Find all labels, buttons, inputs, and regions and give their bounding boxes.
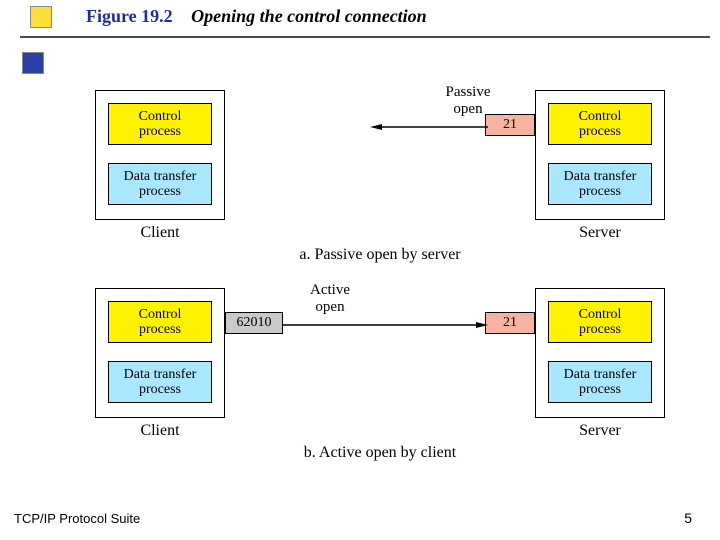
- server-data-process: Data transfer process: [548, 163, 652, 205]
- client-box: Control process Data transfer process: [95, 90, 225, 220]
- server-port-21: 21: [485, 114, 535, 136]
- diagram: Control process Data transfer process Cl…: [80, 90, 680, 486]
- caption-a: a. Passive open by server: [80, 246, 680, 264]
- caption-b: b. Active open by client: [80, 444, 680, 462]
- server-box: Control process Data transfer process: [535, 90, 665, 220]
- client-port-62010: 62010: [225, 312, 283, 334]
- diagram-active-open: Control process Data transfer process Cl…: [80, 288, 680, 458]
- client-data-process: Data transfer process: [108, 163, 212, 205]
- server-port-21: 21: [485, 312, 535, 334]
- client-control-process: Control process: [108, 103, 212, 145]
- client-label: Client: [95, 422, 225, 440]
- slide-title: Figure 19.2 Opening the control connecti…: [86, 6, 427, 27]
- page-number: 5: [684, 510, 692, 526]
- client-label: Client: [95, 224, 225, 242]
- diagram-passive-open: Control process Data transfer process Cl…: [80, 90, 680, 260]
- active-open-label: Active open: [290, 282, 370, 315]
- active-open-arrow-icon: [283, 322, 488, 328]
- server-label: Server: [535, 224, 665, 242]
- footer-text: TCP/IP Protocol Suite: [14, 511, 140, 526]
- passive-open-label: Passive open: [428, 84, 508, 117]
- client-data-process: Data transfer process: [108, 361, 212, 403]
- server-data-process: Data transfer process: [548, 361, 652, 403]
- client-control-process: Control process: [108, 301, 212, 343]
- server-label: Server: [535, 422, 665, 440]
- client-box: Control process Data transfer process: [95, 288, 225, 418]
- passive-open-arrow-icon: [370, 124, 488, 130]
- decoration-square-blue: [22, 52, 44, 74]
- server-control-process: Control process: [548, 301, 652, 343]
- server-control-process: Control process: [548, 103, 652, 145]
- figure-number: Figure 19.2: [86, 6, 173, 26]
- header-rule: [20, 36, 710, 38]
- server-box: Control process Data transfer process: [535, 288, 665, 418]
- figure-title: Opening the control connection: [177, 6, 427, 26]
- slide-header: Figure 19.2 Opening the control connecti…: [0, 0, 720, 52]
- decoration-square-yellow: [30, 6, 52, 28]
